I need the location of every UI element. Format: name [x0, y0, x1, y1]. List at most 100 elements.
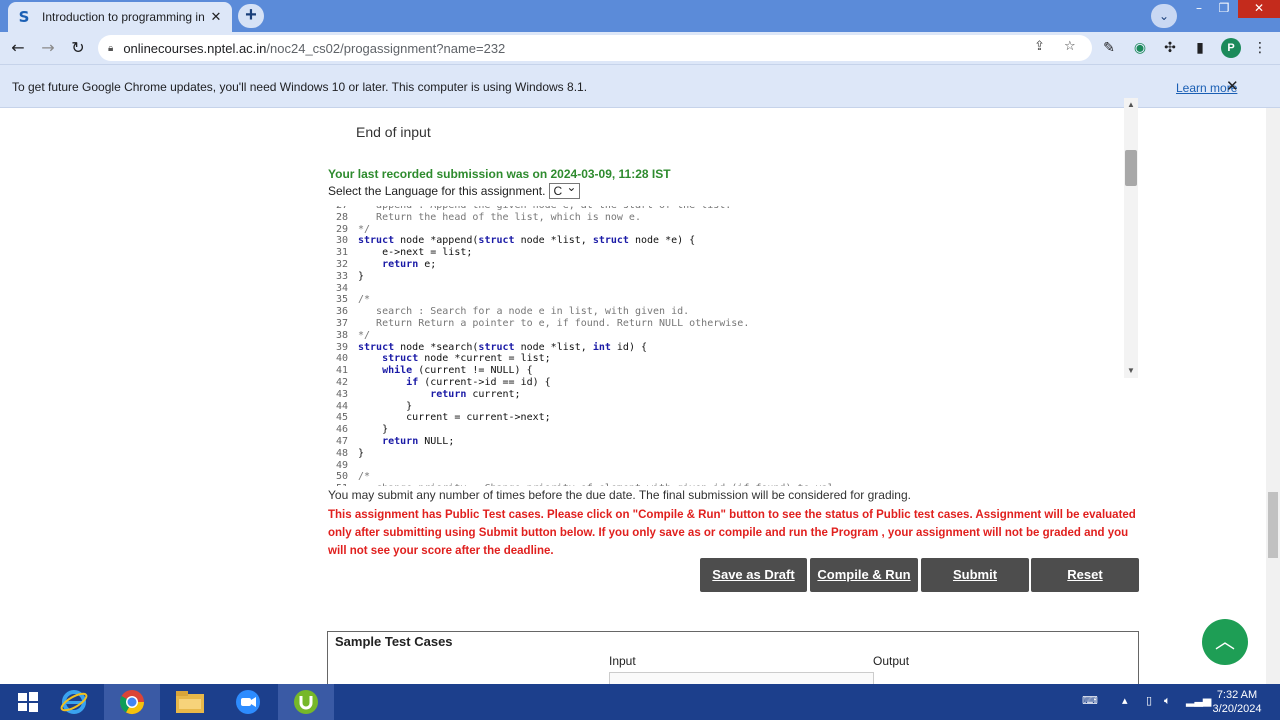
code-lines[interactable]: 27 append : Append the given node e, at … — [336, 206, 834, 486]
volume-muted-icon[interactable]: 🔈︎ — [1164, 694, 1171, 708]
code-line[interactable]: 43 return current; — [336, 389, 834, 401]
code-line[interactable]: 37 Return Return a pointer to e, if foun… — [336, 318, 834, 330]
code-line[interactable]: 31 e->next = list; — [336, 247, 834, 259]
infobar-message: To get future Google Chrome updates, you… — [12, 80, 588, 94]
language-select[interactable]: C — [549, 180, 581, 199]
pen-extension-icon[interactable]: ✎ — [1099, 38, 1119, 58]
battery-icon[interactable]: ▯ — [1146, 694, 1152, 707]
reset-button[interactable]: Reset — [1031, 558, 1139, 592]
back-icon[interactable]: ← — [6, 37, 30, 59]
new-tab-button[interactable]: + — [238, 4, 264, 28]
clock-date: 3/20/2024 — [1212, 703, 1262, 715]
code-text: Return the head of the list, which is no… — [358, 211, 641, 223]
lock-icon[interactable]: 🔒︎ — [108, 43, 113, 54]
address-bar[interactable]: 🔒︎ onlinecourses.nptel.ac.in/noc24_cs02/… — [98, 35, 1092, 61]
line-number: 45 — [336, 412, 349, 424]
code-line[interactable]: 46 } — [336, 424, 834, 436]
share-icon[interactable]: ⇪ — [1034, 39, 1045, 54]
code-text: */ — [358, 329, 371, 341]
code-line[interactable]: 47 return NULL; — [336, 436, 834, 448]
grammarly-extension-icon[interactable]: ◉ — [1130, 38, 1150, 58]
code-line[interactable]: 38 */ — [336, 330, 834, 342]
page-scrollbar[interactable] — [1266, 108, 1280, 684]
code-text: } — [358, 424, 389, 436]
minimize-icon[interactable]: – — [1186, 0, 1212, 18]
sample-test-cases: Sample Test Cases Input Output — [327, 631, 1139, 691]
code-line[interactable]: 33} — [336, 271, 834, 283]
code-line[interactable]: 35 /* — [336, 294, 834, 306]
clock-time: 7:32 AM — [1216, 689, 1258, 701]
line-number: 41 — [336, 365, 349, 377]
line-number: 35 — [336, 294, 349, 306]
line-number: 50 — [336, 471, 349, 483]
page-content: End of input Your last recorded submissi… — [0, 108, 1280, 691]
code-line[interactable]: 48} — [336, 448, 834, 460]
scroll-to-top-icon[interactable]: ︿ — [1202, 619, 1248, 665]
page-scrollbar-thumb[interactable] — [1268, 492, 1278, 558]
output-column-header: Output — [873, 654, 910, 668]
tab-search-icon[interactable]: ⌄ — [1151, 4, 1177, 28]
editor-scrollbar[interactable]: ▲ ▼ — [1124, 98, 1138, 378]
code-line[interactable]: 44 } — [336, 401, 834, 413]
code-line[interactable]: 40 struct node *current = list; — [336, 353, 834, 365]
code-editor[interactable]: 27 append : Append the given node e, at … — [328, 206, 1138, 486]
update-infobar: To get future Google Chrome updates, you… — [0, 64, 1280, 108]
show-hidden-icons[interactable]: ▴ — [1122, 694, 1128, 707]
line-number: 32 — [336, 258, 349, 270]
code-line[interactable]: 45 current = current->next; — [336, 412, 834, 424]
line-number: 37 — [336, 317, 349, 329]
taskbar-clock[interactable]: 7:32 AM 3/20/2024 — [1206, 688, 1268, 716]
submit-button[interactable]: Submit — [921, 558, 1029, 592]
code-line[interactable]: 39 struct node *search(struct node *list,… — [336, 342, 834, 354]
close-tab-icon[interactable]: ✕ — [208, 9, 224, 25]
window-close-icon[interactable]: ✕ — [1238, 0, 1280, 18]
chrome-menu-icon[interactable]: ⋮ — [1250, 38, 1270, 58]
browser-tab[interactable]: S Introduction to programming in ✕ — [8, 2, 232, 32]
bookmark-star-icon[interactable]: ☆ — [1064, 39, 1076, 54]
compile-run-button[interactable]: Compile & Run — [810, 558, 918, 592]
nptel-favicon-icon: S — [18, 8, 30, 26]
zoom-app-icon[interactable] — [220, 684, 276, 720]
code-line[interactable]: 34 — [336, 283, 834, 295]
code-line[interactable]: 29 */ — [336, 224, 834, 236]
line-number: 43 — [336, 388, 349, 400]
code-text: e->next = list; — [358, 247, 473, 259]
editor-scrollbar-thumb[interactable] — [1125, 150, 1137, 186]
infobar-close-icon[interactable]: ✕ — [1226, 77, 1239, 95]
scroll-down-icon[interactable]: ▼ — [1124, 364, 1138, 378]
reload-icon[interactable]: ↻ — [66, 37, 90, 59]
code-text: return NULL; — [382, 435, 455, 447]
code-line[interactable]: 42 if (current->id == id) { — [336, 377, 834, 389]
utorrent-icon[interactable] — [278, 684, 334, 720]
code-text: struct node *search(struct node *list, i… — [358, 341, 648, 353]
forward-icon[interactable]: → — [36, 37, 60, 59]
code-line[interactable]: 51 change_priority : Change priority of … — [336, 483, 834, 486]
code-line[interactable]: 32 return e; — [336, 259, 834, 271]
save-draft-button[interactable]: Save as Draft — [700, 558, 807, 592]
input-column-header: Input — [609, 654, 636, 668]
code-line[interactable]: 49 — [336, 460, 834, 472]
side-panel-icon[interactable]: ▮ — [1190, 38, 1210, 58]
code-text: */ — [358, 223, 371, 235]
code-line[interactable]: 50 /* — [336, 471, 834, 483]
line-number: 36 — [336, 306, 349, 318]
internet-explorer-icon[interactable] — [46, 684, 102, 720]
keyboard-icon[interactable]: ⌨ — [1082, 694, 1098, 707]
end-of-input-text: End of input — [356, 124, 431, 140]
file-explorer-icon[interactable] — [162, 684, 218, 720]
code-text: change_priority : Change priority of ele… — [358, 483, 834, 486]
language-label: Select the Language for this assignment. — [328, 184, 546, 198]
code-line[interactable]: 30 struct node *append(struct node *list,… — [336, 235, 834, 247]
code-line[interactable]: 41 while (current != NULL) { — [336, 365, 834, 377]
scroll-up-icon[interactable]: ▲ — [1124, 98, 1138, 112]
line-number: 31 — [336, 247, 349, 259]
code-line[interactable]: 28 Return the head of the list, which is… — [336, 212, 834, 224]
line-number: 39 — [336, 341, 349, 353]
code-text: return e; — [382, 258, 437, 270]
code-line[interactable]: 36 search : Search for a node e in list,… — [336, 306, 834, 318]
extensions-puzzle-icon[interactable]: ✣ — [1160, 38, 1180, 58]
profile-avatar[interactable]: P — [1221, 38, 1241, 58]
code-text: search : Search for a node e in list, wi… — [358, 306, 690, 318]
chrome-taskbar-icon[interactable] — [104, 684, 160, 720]
restore-icon[interactable]: ❐ — [1212, 0, 1236, 18]
